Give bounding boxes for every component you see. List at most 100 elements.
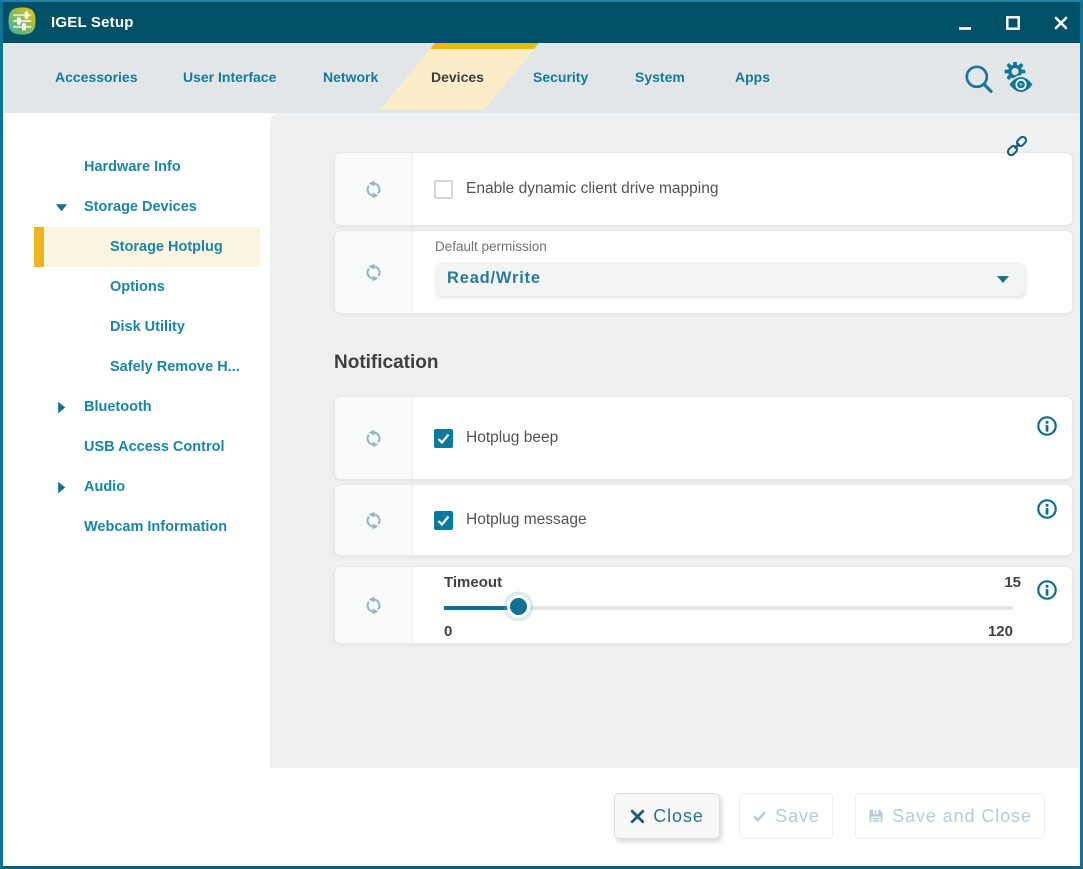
- setting-row-dynamic-mapping: Enable dynamic client drive mapping: [334, 152, 1073, 226]
- chevron-right-icon[interactable]: [57, 387, 66, 427]
- tab-user-interface[interactable]: User Interface: [183, 43, 276, 113]
- slider-min: 0: [444, 623, 452, 639]
- checkmark-icon: [436, 431, 451, 446]
- setting-row-hotplug-message: Hotplug message: [334, 484, 1073, 556]
- close-button[interactable]: Close: [614, 793, 720, 839]
- check-glyph: [752, 809, 767, 823]
- section-heading: Notification: [334, 352, 439, 373]
- minimize-button[interactable]: [947, 2, 983, 43]
- sidebar-item-label: Options: [110, 267, 165, 307]
- default-permission-select[interactable]: Read/Write: [435, 262, 1025, 296]
- sidebar-item-audio[interactable]: Audio: [3, 467, 270, 507]
- sidebar-item-storage-hotplug[interactable]: Storage Hotplug: [3, 227, 270, 267]
- reset-icon[interactable]: [363, 179, 384, 200]
- save-and-close-button-label: Save and Close: [892, 806, 1032, 827]
- sidebar-item-label: Hardware Info: [84, 147, 181, 187]
- setting-row-hotplug-beep: Hotplug beep: [334, 396, 1073, 480]
- close-window-button[interactable]: [1043, 2, 1079, 43]
- tab-accessories[interactable]: Accessories: [55, 43, 138, 113]
- tab-system[interactable]: System: [635, 43, 685, 113]
- slider-thumb[interactable]: [507, 595, 530, 618]
- setting-content-row: Hotplug message: [413, 485, 1072, 555]
- sidebar-item-label: USB Access Control: [84, 427, 224, 467]
- reset-icon[interactable]: [363, 510, 384, 531]
- checkbox-label: Enable dynamic client drive mapping: [466, 180, 718, 198]
- info-icon[interactable]: [1037, 416, 1057, 436]
- footer-bar: Close Save Save and Close: [3, 768, 1080, 866]
- triangle-down-glyph: [55, 203, 68, 212]
- sidebar-item-hardware-info[interactable]: Hardware Info: [3, 147, 270, 187]
- triangle-right-glyph: [57, 481, 66, 494]
- reset-strip: [335, 397, 413, 479]
- link-icon[interactable]: [1006, 135, 1028, 157]
- window-title: IGEL Setup: [51, 2, 134, 43]
- settings-visibility-icon[interactable]: [1003, 62, 1037, 94]
- reset-icon[interactable]: [363, 428, 384, 449]
- tab-apps[interactable]: Apps: [735, 43, 770, 113]
- slider-max: 120: [988, 623, 1013, 639]
- slider-area: Timeout 15 0 120: [444, 567, 1013, 643]
- main-panel: Enable dynamic client drive mapping Def: [270, 113, 1080, 768]
- x-glyph: [630, 809, 645, 824]
- igel-logo-icon: [8, 7, 36, 35]
- sidebar-item-bluetooth[interactable]: Bluetooth: [3, 387, 270, 427]
- window-body: Hardware Info Storage Devices Storage Ho…: [3, 113, 1080, 768]
- reset-strip: [335, 485, 413, 555]
- checkbox-hotplug-beep[interactable]: [434, 429, 453, 448]
- sidebar-item-label: Storage Devices: [84, 187, 197, 227]
- sidebar-item-label: Safely Remove H...: [110, 347, 240, 387]
- sidebar-item-label: Bluetooth: [84, 387, 152, 427]
- minimize-icon: [958, 16, 972, 30]
- search-icon[interactable]: [964, 65, 996, 97]
- checkbox-dynamic-mapping[interactable]: [434, 180, 453, 199]
- sidebar-tree: Hardware Info Storage Devices Storage Ho…: [3, 113, 270, 768]
- slider-value: 15: [1004, 574, 1021, 590]
- reset-strip: [335, 231, 413, 313]
- reset-icon[interactable]: [363, 262, 384, 283]
- select-value: Read/Write: [447, 262, 541, 295]
- chevron-right-icon[interactable]: [57, 467, 66, 507]
- sidebar-item-usb-access-control[interactable]: USB Access Control: [3, 427, 270, 467]
- chevron-down-icon[interactable]: [55, 187, 68, 227]
- reset-strip: [335, 567, 413, 643]
- sidebar-item-disk-utility[interactable]: Disk Utility: [3, 307, 270, 347]
- close-button-label: Close: [653, 806, 704, 827]
- close-icon: [1054, 16, 1068, 30]
- slider-minmax-row: 0 120: [444, 623, 1013, 639]
- sidebar-item-safely-remove[interactable]: Safely Remove H...: [3, 347, 270, 387]
- selected-item-bar: [34, 227, 44, 267]
- checkbox-label: Hotplug beep: [466, 429, 558, 447]
- igel-setup-window: IGEL Setup Accessories User Interface Ne…: [0, 0, 1083, 869]
- setting-row-timeout: Timeout 15 0 120: [334, 566, 1073, 644]
- checkbox-label: Hotplug message: [466, 511, 587, 529]
- save-check-icon: [752, 809, 767, 823]
- sidebar-item-options[interactable]: Options: [3, 267, 270, 307]
- sidebar-item-label: Disk Utility: [110, 307, 185, 347]
- save-button-label: Save: [775, 806, 820, 827]
- close-x-icon: [630, 809, 645, 824]
- select-caret-icon: [997, 276, 1009, 283]
- setting-content-row: Hotplug beep: [413, 397, 1072, 479]
- save-button[interactable]: Save: [739, 793, 833, 839]
- sidebar-item-label: Audio: [84, 467, 125, 507]
- slider-label: Timeout: [444, 574, 502, 590]
- save-and-close-button[interactable]: Save and Close: [855, 793, 1045, 839]
- tab-security[interactable]: Security: [533, 43, 588, 113]
- maximize-icon: [1006, 16, 1020, 30]
- setting-row-default-permission: Default permission Read/Write: [334, 230, 1073, 314]
- floppy-glyph: [868, 808, 884, 824]
- maximize-button[interactable]: [995, 2, 1031, 43]
- tab-devices[interactable]: Devices: [431, 43, 484, 113]
- triangle-right-glyph: [57, 401, 66, 414]
- tab-network[interactable]: Network: [323, 43, 378, 113]
- reset-icon[interactable]: [363, 595, 384, 616]
- info-icon[interactable]: [1037, 580, 1057, 600]
- reset-strip: [335, 153, 413, 225]
- sidebar-item-webcam-information[interactable]: Webcam Information: [3, 507, 270, 547]
- setting-content-row: Enable dynamic client drive mapping: [413, 153, 1072, 225]
- sidebar-item-storage-devices[interactable]: Storage Devices: [3, 187, 270, 227]
- info-icon[interactable]: [1037, 499, 1057, 519]
- slider-label-row: Timeout 15: [444, 574, 1021, 590]
- title-bar: IGEL Setup: [3, 2, 1080, 43]
- checkbox-hotplug-message[interactable]: [434, 511, 453, 530]
